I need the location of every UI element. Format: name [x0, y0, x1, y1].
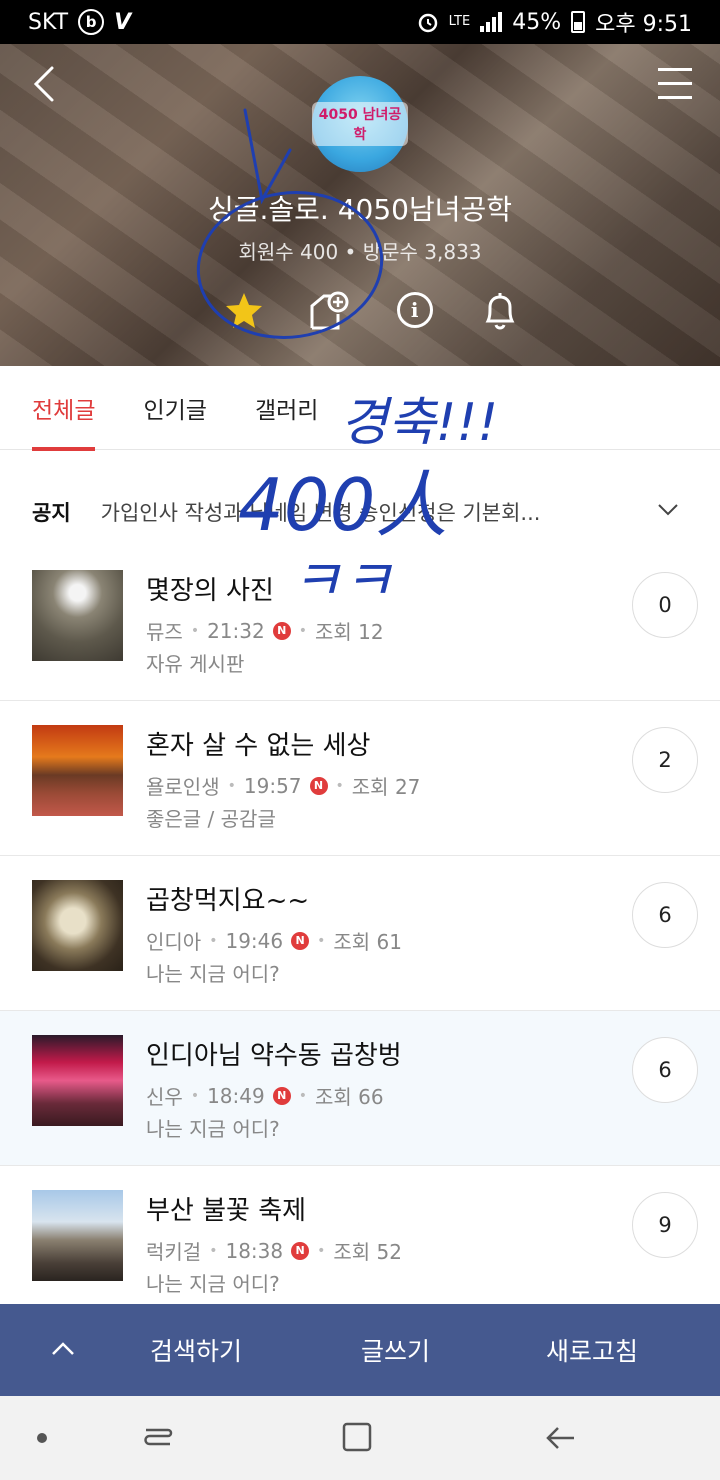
- post-title: 인디아님 약수동 곱창벙: [146, 1041, 402, 1071]
- new-badge: N: [291, 931, 310, 950]
- network-type: LTE: [448, 14, 471, 29]
- tab-bar: 전체글 인기글 갤러리: [0, 366, 720, 451]
- post-views: 조회 61: [333, 930, 402, 954]
- comment-count[interactable]: 9: [632, 1192, 698, 1258]
- system-nav-bar: [0, 1396, 720, 1480]
- refresh-button[interactable]: 새로고침: [546, 1332, 638, 1368]
- post-author: 인디아: [146, 930, 202, 954]
- chevron-up-icon[interactable]: [50, 1336, 76, 1362]
- alarm-icon: [418, 13, 437, 33]
- home-icon[interactable]: [340, 1420, 376, 1456]
- post-time: 19:57: [243, 773, 302, 798]
- post-thumbnail: [32, 570, 123, 661]
- post-board: 나는 지금 어디?: [146, 1272, 280, 1296]
- app-notification-icon-2: V: [114, 9, 132, 35]
- recent-apps-icon[interactable]: [140, 1418, 176, 1458]
- post-thumbnail: [32, 1035, 123, 1126]
- list-item[interactable]: 몇장의 사진 뮤즈 • 21:32 N • 조회 12 자유 게시판 0: [0, 546, 720, 701]
- write-button[interactable]: 글쓰기: [361, 1332, 430, 1368]
- new-badge: N: [309, 776, 328, 795]
- app-notification-icon: b: [78, 9, 105, 35]
- hamburger-menu-icon[interactable]: [658, 68, 692, 100]
- notice-text: 가입인사 작성과 닉네임 변경 승인신청은 기본회...: [100, 501, 541, 525]
- tab-popular[interactable]: 인기글: [143, 366, 206, 450]
- status-bar: SKT b V LTE 45% 오후 9:51: [0, 0, 720, 44]
- tab-gallery[interactable]: 갤러리: [255, 366, 318, 450]
- new-badge: N: [272, 1086, 291, 1105]
- post-title: 곱창먹지요~~: [146, 886, 310, 916]
- chat-add-icon[interactable]: [307, 288, 351, 332]
- post-board: 자유 게시판: [146, 652, 245, 676]
- cafe-title: 싱글.솔로. 4050남녀공학: [207, 193, 513, 226]
- post-author: 뮤즈: [146, 620, 183, 644]
- post-time: 18:38: [225, 1238, 284, 1263]
- post-board: 나는 지금 어디?: [146, 962, 280, 986]
- carrier-label: SKT: [28, 9, 69, 35]
- nav-dot-icon[interactable]: [34, 1430, 50, 1446]
- post-meta: 뮤즈 • 21:32 N • 조회 12: [146, 616, 384, 645]
- new-badge: N: [291, 1241, 310, 1260]
- battery-percent: 45%: [512, 9, 562, 35]
- post-views: 조회 66: [314, 1085, 384, 1109]
- post-time: 19:46: [225, 928, 284, 953]
- post-meta: 인디아 • 19:46 N • 조회 61: [146, 926, 402, 955]
- post-thumbnail: [32, 880, 123, 971]
- post-meta: 럭키걸 • 18:38 N • 조회 52: [146, 1236, 402, 1265]
- post-views: 조회 52: [333, 1240, 402, 1264]
- cafe-logo[interactable]: 4050 남녀공학: [312, 76, 408, 172]
- comment-count[interactable]: 2: [632, 727, 698, 793]
- comment-count[interactable]: 6: [632, 1037, 698, 1103]
- signal-icon: [480, 12, 503, 32]
- notice-bar[interactable]: 공지 가입인사 작성과 닉네임 변경 승인신청은 기본회...: [0, 470, 720, 554]
- post-board: 좋은글 / 공감글: [146, 807, 276, 831]
- comment-count[interactable]: 0: [632, 572, 698, 638]
- post-meta: 신우 • 18:49 N • 조회 66: [146, 1081, 384, 1110]
- cafe-logo-text: 4050 남녀공학: [312, 102, 408, 146]
- cafe-stats: 회원수 400 • 방문수 3,833: [238, 240, 482, 264]
- battery-icon: [571, 11, 586, 33]
- post-author: 럭키걸: [146, 1240, 202, 1264]
- post-meta: 욜로인생 • 19:57 N • 조회 27: [146, 771, 420, 800]
- post-time: 18:49: [207, 1083, 265, 1108]
- post-board: 나는 지금 어디?: [146, 1117, 280, 1141]
- post-author: 욜로인생: [146, 775, 220, 799]
- list-item[interactable]: 부산 불꽃 축제 럭키걸 • 18:38 N • 조회 52 나는 지금 어디? 9: [0, 1166, 720, 1321]
- info-icon[interactable]: i: [393, 288, 437, 332]
- header-actions: i: [222, 288, 522, 332]
- bottom-action-bar: 검색하기 글쓰기 새로고침: [0, 1304, 720, 1396]
- list-item[interactable]: 인디아님 약수동 곱창벙 신우 • 18:49 N • 조회 66 나는 지금 어디…: [0, 1011, 720, 1166]
- post-title: 혼자 살 수 없는 세상: [146, 731, 371, 761]
- search-button[interactable]: 검색하기: [150, 1332, 242, 1368]
- bell-icon[interactable]: [478, 288, 522, 332]
- back-nav-icon[interactable]: [544, 1420, 580, 1456]
- comment-count[interactable]: 6: [632, 882, 698, 948]
- new-badge: N: [272, 621, 291, 640]
- post-title: 부산 불꽃 축제: [146, 1196, 307, 1226]
- notice-tag: 공지: [32, 501, 71, 525]
- list-item[interactable]: 곱창먹지요~~ 인디아 • 19:46 N • 조회 61 나는 지금 어디? 6: [0, 856, 720, 1011]
- post-thumbnail: [32, 1190, 123, 1281]
- tab-all-posts[interactable]: 전체글: [32, 366, 96, 451]
- back-arrow-icon[interactable]: [26, 64, 66, 104]
- post-views: 조회 12: [314, 620, 384, 644]
- post-views: 조회 27: [351, 775, 421, 799]
- star-icon[interactable]: [222, 288, 266, 332]
- clock: 오후 9:51: [595, 12, 692, 37]
- cafe-header: 4050 남녀공학 싱글.솔로. 4050남녀공학 회원수 400 • 방문수 …: [0, 44, 720, 366]
- chevron-down-icon[interactable]: [656, 498, 680, 522]
- list-item[interactable]: 혼자 살 수 없는 세상 욜로인생 • 19:57 N • 조회 27 좋은글 / …: [0, 701, 720, 856]
- post-list: 몇장의 사진 뮤즈 • 21:32 N • 조회 12 자유 게시판 0 혼자 살 …: [0, 546, 720, 1321]
- post-author: 신우: [146, 1085, 183, 1109]
- post-title: 몇장의 사진: [146, 576, 274, 606]
- post-time: 21:32: [207, 618, 265, 643]
- post-thumbnail: [32, 725, 123, 816]
